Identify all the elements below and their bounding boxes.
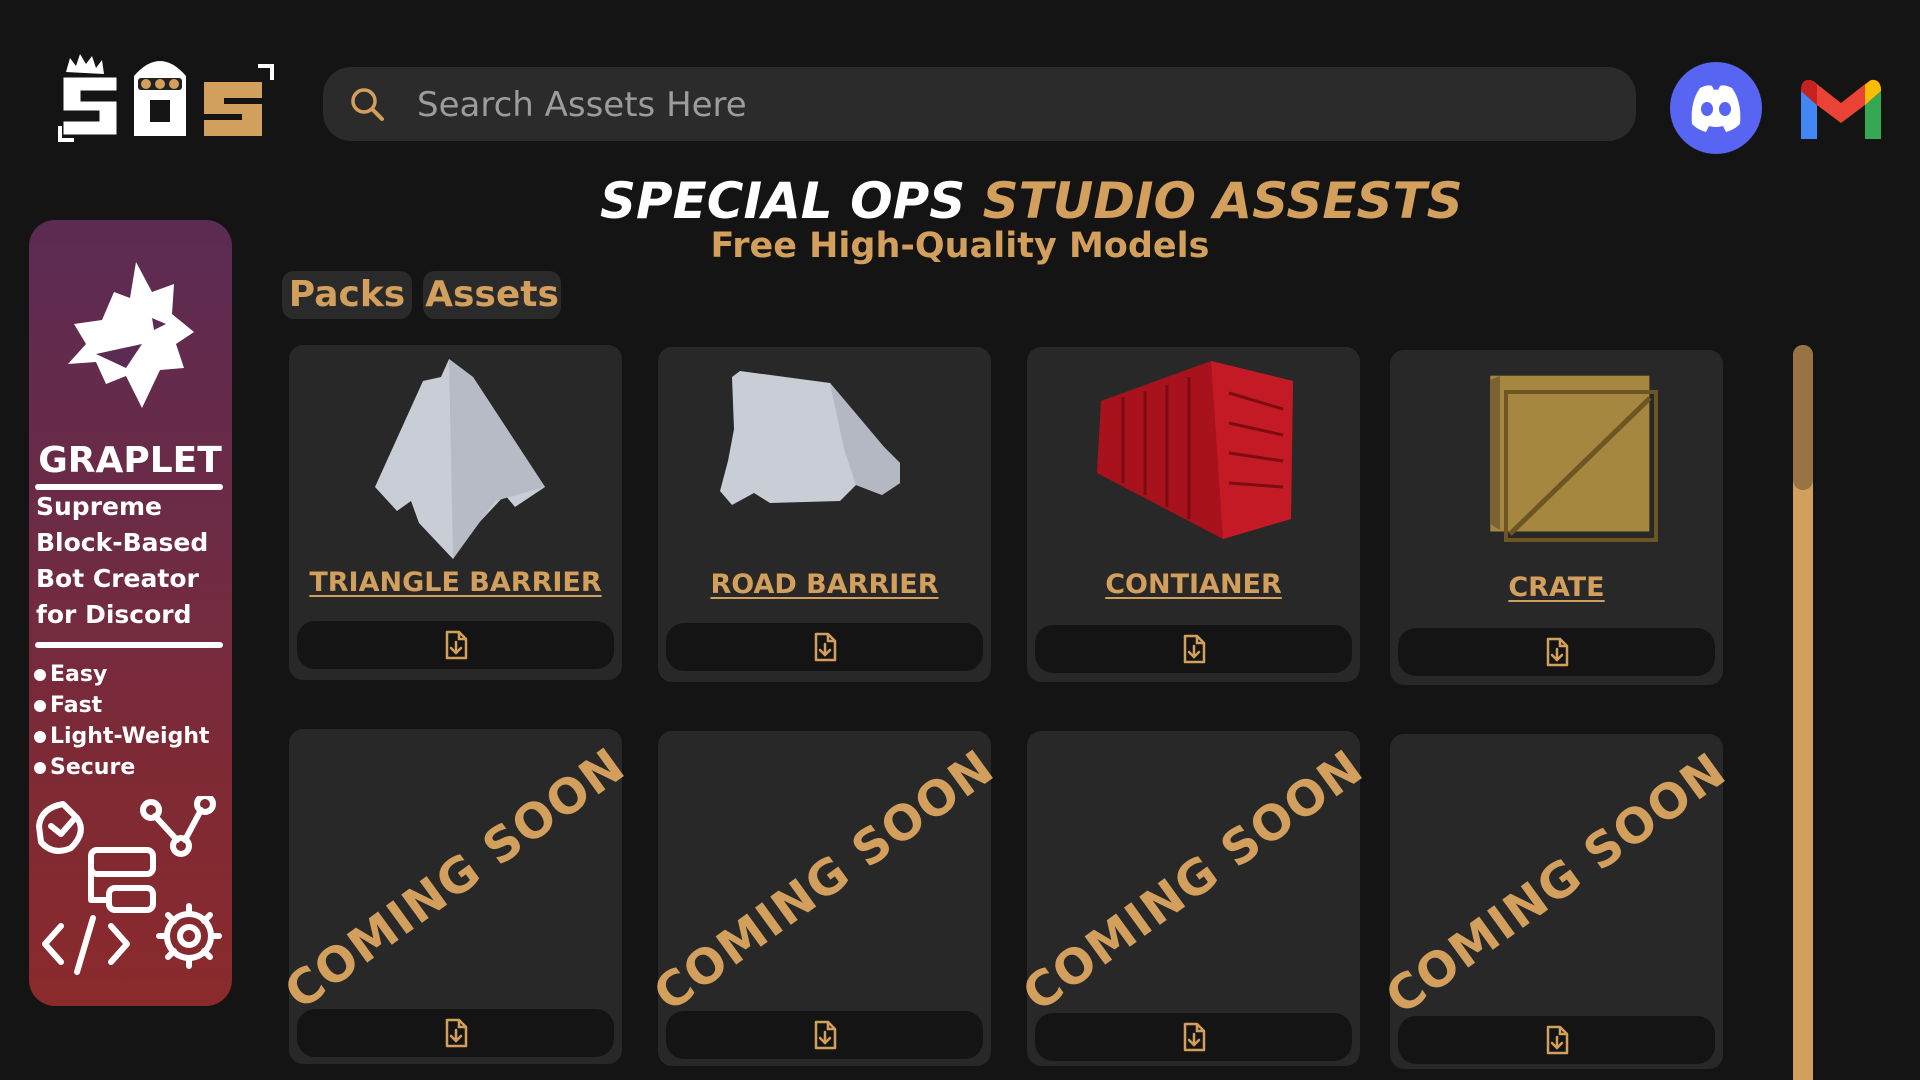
coming-soon-card: COMING SOON: [275, 729, 635, 1064]
download-button[interactable]: [1398, 1016, 1715, 1064]
coming-soon-card: COMING SOON: [1376, 734, 1736, 1069]
page-title-part1: SPECIAL OPS: [600, 172, 966, 230]
ad-tagline-line: Supreme: [36, 492, 162, 521]
file-download-icon: [1546, 637, 1569, 667]
wooden-crate-image: [1490, 375, 1658, 542]
asset-card: ROAD BARRIER: [658, 347, 991, 682]
file-download-icon: [445, 1018, 468, 1048]
download-button[interactable]: [1035, 625, 1352, 673]
git-branch-icon: [140, 796, 216, 857]
asset-title[interactable]: TRIANGLE BARRIER: [289, 567, 622, 598]
search-input[interactable]: [415, 67, 1609, 143]
flowchart-icon: [88, 847, 156, 913]
ad-feature-label: Easy: [50, 662, 108, 687]
tab-packs[interactable]: Packs: [282, 271, 412, 319]
download-button[interactable]: [297, 1009, 614, 1057]
gmail-icon[interactable]: [1797, 75, 1885, 143]
graplet-ad-banner[interactable]: GRAPLET Supreme Block-Based Bot Creator …: [29, 220, 232, 1006]
asset-card: TRIANGLE BARRIER: [289, 345, 622, 680]
asset-card: CONTIANER: [1027, 347, 1360, 682]
scrollbar-thumb[interactable]: [1793, 345, 1813, 490]
ad-brand: GRAPLET: [38, 440, 222, 481]
download-button[interactable]: [1398, 628, 1715, 676]
search-bar[interactable]: [323, 67, 1636, 143]
coming-soon-label: COMING SOON: [643, 739, 1005, 1023]
ad-divider: [35, 642, 223, 648]
ad-tagline-line: for Discord: [36, 600, 192, 629]
download-button[interactable]: [1035, 1013, 1352, 1061]
ad-tagline-line: Block-Based: [36, 528, 209, 557]
ad-divider: [35, 484, 223, 490]
asset-title[interactable]: ROAD BARRIER: [658, 569, 991, 600]
search-icon[interactable]: [347, 84, 387, 124]
coming-soon-card: COMING SOON: [644, 731, 1004, 1066]
ad-feature-item: Light-Weight: [34, 724, 210, 749]
discord-icon[interactable]: [1670, 62, 1762, 154]
ad-feature-label: Light-Weight: [50, 724, 210, 749]
ad-feature-item: Fast: [34, 693, 102, 718]
asset-card: CRATE: [1390, 350, 1723, 685]
page-subtitle: Free High-Quality Models: [710, 226, 1210, 266]
coming-soon-label: COMING SOON: [1375, 742, 1737, 1026]
asset-store-page: SPECIAL OPS STUDIO ASSESTS Free High-Qua…: [0, 0, 1920, 1080]
download-button[interactable]: [666, 1011, 983, 1059]
ad-tagline-line: Bot Creator: [36, 564, 199, 593]
ad-feature-label: Secure: [50, 755, 136, 780]
ad-feature-icons: [36, 796, 222, 975]
download-button[interactable]: [666, 623, 983, 671]
file-download-icon: [445, 630, 468, 660]
sos-logo[interactable]: [58, 52, 280, 144]
shield-check-icon: [36, 801, 84, 854]
coming-soon-label: COMING SOON: [1012, 739, 1374, 1023]
triangle-barrier-image: [375, 359, 545, 559]
wolf-logo-icon: [68, 262, 194, 408]
shipping-container-image: [1097, 361, 1293, 539]
asset-title[interactable]: CRATE: [1390, 572, 1723, 603]
file-download-icon: [1183, 1022, 1206, 1052]
download-button[interactable]: [297, 621, 614, 669]
file-download-icon: [814, 1020, 837, 1050]
tab-assets[interactable]: Assets: [423, 271, 561, 319]
page-title-part2: STUDIO ASSESTS: [982, 172, 1463, 230]
file-download-icon: [1546, 1025, 1569, 1055]
file-download-icon: [1183, 634, 1206, 664]
coming-soon-label: COMING SOON: [274, 737, 636, 1021]
ad-feature-label: Fast: [50, 693, 103, 718]
gear-icon: [156, 903, 222, 969]
ad-feature-item: Easy: [34, 662, 107, 687]
code-icon: [42, 915, 130, 975]
ad-feature-item: Secure: [34, 755, 135, 780]
file-download-icon: [814, 632, 837, 662]
asset-title[interactable]: CONTIANER: [1027, 569, 1360, 600]
coming-soon-card: COMING SOON: [1013, 731, 1373, 1066]
page-title: SPECIAL OPS STUDIO ASSESTS: [600, 172, 1463, 230]
road-barrier-image: [720, 371, 900, 505]
